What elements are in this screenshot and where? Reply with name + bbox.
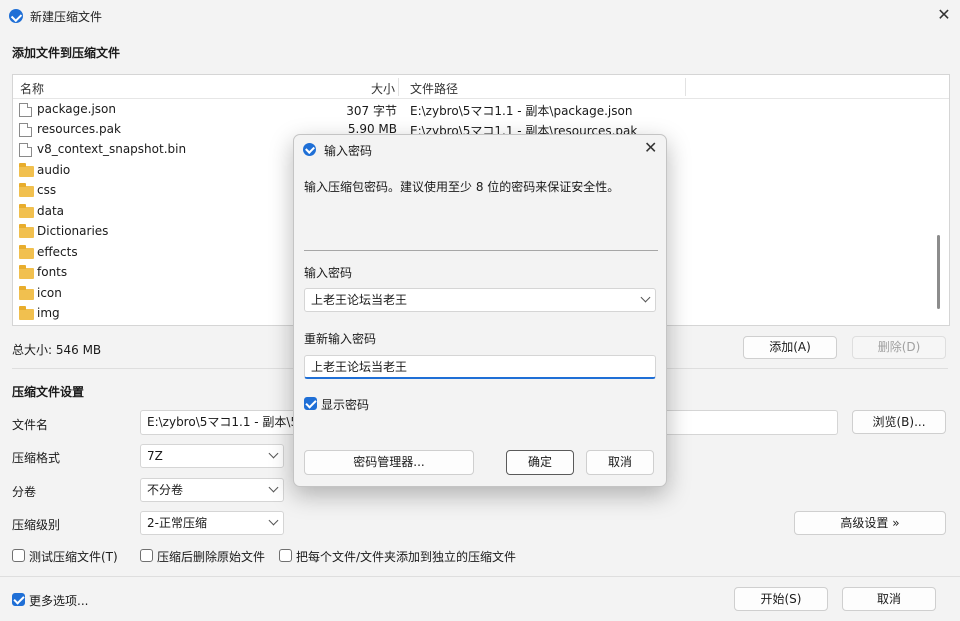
window-title: 新建压缩文件 <box>30 10 103 24</box>
level-label: 压缩级别 <box>12 518 61 532</box>
dialog-description: 输入压缩包密码。建议使用至少 8 位的密码来保证安全性。 <box>304 180 620 194</box>
split-label: 分卷 <box>12 485 37 499</box>
folder-icon <box>19 286 34 300</box>
dialog-title: 输入密码 <box>324 144 373 158</box>
split-select[interactable]: 不分卷 <box>140 478 284 502</box>
level-select[interactable]: 2-正常压缩 <box>140 511 284 535</box>
column-divider <box>685 78 686 96</box>
title-bar: 新建压缩文件 ✕ <box>0 0 960 32</box>
column-path[interactable]: 文件路径 <box>410 80 458 97</box>
total-size: 总大小: 546 MB <box>12 343 102 357</box>
password-label: 输入密码 <box>304 266 353 280</box>
file-list-scrollbar[interactable] <box>937 235 940 309</box>
more-options-checkbox[interactable] <box>12 593 25 606</box>
file-icon <box>19 143 32 157</box>
repeat-password-input[interactable]: 上老王论坛当老王 <box>304 355 656 379</box>
folder-icon <box>19 306 34 320</box>
test-archive-checkbox[interactable] <box>12 549 25 562</box>
table-row[interactable]: package.json 307 字节 E:\zybro\5マコ1.1 - 副本… <box>13 100 949 120</box>
chevron-down-icon <box>640 292 651 303</box>
folder-icon <box>19 224 34 238</box>
chevron-down-icon <box>268 515 279 526</box>
file-name: data <box>37 204 65 218</box>
advanced-settings-button[interactable]: 高级设置 » <box>794 511 946 535</box>
more-options-label: 更多选项... <box>29 594 89 608</box>
file-path: E:\zybro\5マコ1.1 - 副本\package.json <box>410 104 633 118</box>
format-select[interactable]: 7Z <box>140 444 284 468</box>
chevron-down-icon <box>268 482 279 493</box>
app-icon <box>303 143 316 156</box>
file-name: package.json <box>37 102 117 116</box>
file-name: v8_context_snapshot.bin <box>37 142 187 156</box>
filename-label: 文件名 <box>12 418 49 432</box>
file-name: audio <box>37 163 71 177</box>
folder-icon <box>19 265 34 279</box>
split-value: 不分卷 <box>147 483 184 497</box>
app-icon <box>9 9 23 23</box>
divider <box>304 250 658 251</box>
file-icon <box>19 123 32 137</box>
file-icon <box>19 103 32 117</box>
settings-section-title: 压缩文件设置 <box>12 385 85 399</box>
start-button[interactable]: 开始(S) <box>734 587 828 611</box>
folder-icon <box>19 163 34 177</box>
password-input[interactable]: 上老王论坛当老王 <box>304 288 656 312</box>
browse-button[interactable]: 浏览(B)... <box>852 410 946 434</box>
password-dialog: 输入密码 ✕ 输入压缩包密码。建议使用至少 8 位的密码来保证安全性。 输入密码… <box>293 134 667 487</box>
folder-icon <box>19 204 34 218</box>
separate-archives-label: 把每个文件/文件夹添加到独立的压缩文件 <box>296 550 517 564</box>
file-name: img <box>37 306 60 320</box>
close-icon[interactable]: ✕ <box>644 139 657 157</box>
chevron-down-icon <box>268 448 279 459</box>
separate-archives-checkbox[interactable] <box>279 549 292 562</box>
password-manager-button[interactable]: 密码管理器... <box>304 450 474 475</box>
show-password-label: 显示密码 <box>321 398 370 412</box>
password-value: 上老王论坛当老王 <box>311 293 408 307</box>
format-label: 压缩格式 <box>12 451 61 465</box>
divider <box>0 576 960 577</box>
file-size: 307 字节 <box>346 104 397 118</box>
format-value: 7Z <box>147 449 163 463</box>
file-name: fonts <box>37 265 68 279</box>
dialog-cancel-button[interactable]: 取消 <box>586 450 654 475</box>
file-name: resources.pak <box>37 122 121 136</box>
column-divider <box>398 78 399 96</box>
column-name[interactable]: 名称 <box>20 80 44 97</box>
file-name: css <box>37 183 57 197</box>
delete-source-checkbox[interactable] <box>140 549 153 562</box>
files-section-title: 添加文件到压缩文件 <box>12 46 121 60</box>
add-button[interactable]: 添加(A) <box>743 336 837 359</box>
delete-button[interactable]: 删除(D) <box>852 336 946 359</box>
column-size[interactable]: 大小 <box>371 80 395 97</box>
repeat-password-label: 重新输入密码 <box>304 332 377 346</box>
close-icon[interactable]: ✕ <box>935 6 953 24</box>
folder-icon <box>19 183 34 197</box>
ok-button[interactable]: 确定 <box>506 450 574 475</box>
level-value: 2-正常压缩 <box>147 516 207 530</box>
file-name: Dictionaries <box>37 224 109 238</box>
test-archive-label: 测试压缩文件(T) <box>29 550 118 564</box>
show-password-checkbox[interactable] <box>304 397 317 410</box>
file-name: icon <box>37 286 62 300</box>
file-list-header: 名称 大小 文件路径 <box>13 75 949 99</box>
file-name: effects <box>37 245 78 259</box>
delete-source-label: 压缩后删除原始文件 <box>157 550 266 564</box>
folder-icon <box>19 245 34 259</box>
cancel-button[interactable]: 取消 <box>842 587 936 611</box>
